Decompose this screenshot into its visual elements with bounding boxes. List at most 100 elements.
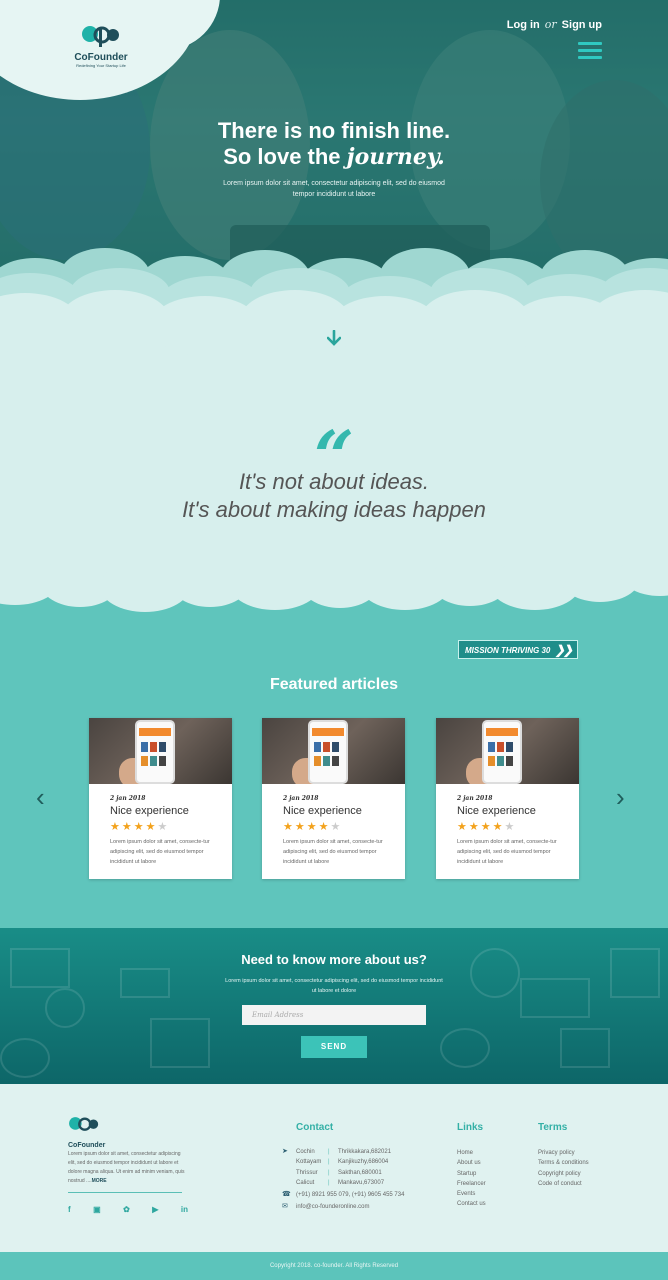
contact-address: Sakthan,680001: [338, 1169, 382, 1176]
article-image: [436, 718, 579, 784]
rating-stars: ★★★★★: [283, 820, 405, 833]
footer-brand: CoFounder: [68, 1142, 106, 1149]
instagram-icon[interactable]: ▣: [93, 1205, 101, 1214]
mail-icon: ✉: [282, 1203, 288, 1211]
contact-city: Thrissur: [296, 1169, 318, 1176]
auth-or: or: [544, 18, 557, 31]
footer-link-events[interactable]: Events: [457, 1189, 486, 1199]
footer-about-text: Lorem ipsum dolor sit amet, consectetur …: [68, 1151, 185, 1184]
privacy-policy-link[interactable]: Privacy policy: [538, 1148, 589, 1158]
auth-links: Log in or Sign up: [507, 18, 602, 31]
hero-line-1: There is no finish line.: [217, 118, 451, 143]
quote-line-1: It's not about ideas.: [238, 469, 430, 494]
contact-city: Kottayam: [296, 1159, 322, 1166]
footer-link-about[interactable]: About us: [457, 1158, 486, 1168]
article-card[interactable]: 2 jan 2018 Nice experience ★★★★★ Lorem i…: [436, 718, 579, 879]
terms-heading: Terms: [538, 1122, 568, 1133]
terms-conditions-link[interactable]: Terms & conditions: [538, 1158, 589, 1168]
featured-title: Featured articles: [269, 676, 399, 693]
cloud-divider: [0, 248, 668, 356]
article-card[interactable]: 2 jan 2018 Nice experience ★★★★★ Lorem i…: [89, 718, 232, 879]
login-link[interactable]: Log in: [507, 19, 540, 31]
footer-link-startup[interactable]: Startup: [457, 1169, 486, 1179]
signup-link[interactable]: Sign up: [562, 19, 602, 31]
article-date: 2 jan 2018: [457, 795, 493, 802]
newsletter-title: Need to know more about us?: [241, 952, 427, 967]
article-excerpt: Lorem ipsum dolor sit amet, consecte-tur…: [283, 839, 383, 865]
email-input[interactable]: Email Address: [242, 1005, 426, 1025]
article-card[interactable]: 2 jan 2018 Nice experience ★★★★★ Lorem i…: [262, 718, 405, 879]
star-icon: ★★★★: [457, 821, 505, 833]
contact-address: Thrikkakara,682021: [338, 1149, 392, 1155]
mission-label: MISSION THRIVING 30: [465, 646, 551, 655]
copyright-bar: Copyright 2018. co-founder. All Rights R…: [0, 1252, 668, 1280]
star-empty-icon: ★: [330, 821, 343, 833]
hero-headline: There is no finish line. So love the jour…: [0, 118, 668, 200]
more-link[interactable]: MORE: [92, 1178, 107, 1184]
contact-address: Kanjikuzhy,686004: [338, 1159, 389, 1166]
footer-about: Lorem ipsum dolor sit amet, consectetur …: [68, 1150, 186, 1186]
star-empty-icon: ★: [157, 821, 170, 833]
brand-logo[interactable]: CoFounder Redefining Your Startup Life: [66, 22, 136, 68]
contact-email[interactable]: info@co-founderonline.com: [296, 1202, 369, 1212]
article-excerpt: Lorem ipsum dolor sit amet, consecte-tur…: [457, 839, 557, 865]
carousel-prev-icon[interactable]: ‹: [36, 784, 52, 810]
star-icon: ★★★★: [283, 821, 331, 833]
newsletter-body: Lorem ipsum dolor sit amet, consectetur …: [225, 978, 443, 994]
contact-phone[interactable]: (+91) 8921 955 079, (+91) 9605 455 734: [296, 1190, 404, 1200]
terms-links: Privacy policy Terms & conditions Copyri…: [538, 1148, 589, 1189]
rating-stars: ★★★★★: [457, 820, 579, 833]
twitter-icon[interactable]: ✿: [123, 1205, 130, 1214]
contact-heading: Contact: [296, 1122, 334, 1133]
linkedin-icon[interactable]: in: [181, 1205, 188, 1214]
hero-body: Lorem ipsum dolor sit amet, consectetur …: [223, 180, 445, 198]
hamburger-menu-icon[interactable]: [578, 42, 602, 63]
footer-links: Home About us Startup Freelancer Events …: [457, 1148, 486, 1210]
star-icon: ★★★★: [110, 821, 158, 833]
article-date: 2 jan 2018: [283, 795, 319, 802]
article-title: Nice experience: [110, 805, 189, 817]
footer-logo[interactable]: CoFounder: [68, 1114, 118, 1149]
youtube-icon[interactable]: ▶: [152, 1205, 158, 1214]
newsletter-section: Need to know more about us? Lorem ipsum …: [0, 928, 668, 1084]
footer-link-contact[interactable]: Contact us: [457, 1199, 486, 1209]
facebook-icon[interactable]: f: [68, 1205, 71, 1214]
hero-line-2-accent: journey.: [346, 144, 445, 170]
contact-city: Calicut: [296, 1179, 315, 1186]
send-button[interactable]: SEND: [301, 1036, 367, 1058]
article-excerpt: Lorem ipsum dolor sit amet, consecte-tur…: [110, 839, 210, 865]
carousel-next-icon[interactable]: ›: [616, 784, 632, 810]
article-title: Nice experience: [457, 805, 536, 817]
footer-link-freelancer[interactable]: Freelancer: [457, 1179, 486, 1189]
brand-name: CoFounder: [74, 52, 128, 63]
location-pin-icon: ➤: [282, 1148, 288, 1155]
hero-line-2: So love the: [223, 144, 341, 169]
copyright-policy-link[interactable]: Copyright policy: [538, 1169, 589, 1179]
contact-city: Cochin: [296, 1149, 315, 1155]
code-of-conduct-link[interactable]: Code of conduct: [538, 1179, 589, 1189]
arrow-down-icon[interactable]: [327, 330, 341, 346]
article-image: [262, 718, 405, 784]
cofounder-logo-icon: [82, 26, 119, 47]
article-image: [89, 718, 232, 784]
quote-line-2: It's about making ideas happen: [182, 497, 486, 522]
article-title: Nice experience: [283, 805, 362, 817]
social-links: f ▣ ✿ ▶ in: [68, 1205, 188, 1214]
quote-text: It's not about ideas. It's about making …: [0, 468, 668, 524]
rating-stars: ★★★★★: [110, 820, 232, 833]
contact-address: Mankavu,673007: [338, 1179, 385, 1186]
footer: CoFounder Lorem ipsum dolor sit amet, co…: [0, 1084, 668, 1252]
mission-thriving-button[interactable]: MISSION THRIVING 30 ❯❯: [458, 640, 578, 659]
landing-page: CoFounder Redefining Your Startup Life L…: [0, 0, 668, 1280]
star-empty-icon: ★: [504, 821, 517, 833]
cofounder-logo-icon: [69, 1117, 99, 1131]
brand-tagline: Redefining Your Startup Life: [76, 63, 126, 68]
links-heading: Links: [457, 1122, 484, 1133]
double-chevron-right-icon: ❯❯: [554, 643, 573, 657]
footer-divider: [68, 1192, 182, 1193]
article-date: 2 jan 2018: [110, 795, 146, 802]
phone-icon: ☎: [282, 1191, 291, 1199]
footer-link-home[interactable]: Home: [457, 1148, 486, 1158]
contact-list: ➤ Cochin | Thrikkakara,682021 Kottayam | Kanj…: [282, 1147, 404, 1213]
cloud-divider-bottom: [0, 550, 668, 620]
